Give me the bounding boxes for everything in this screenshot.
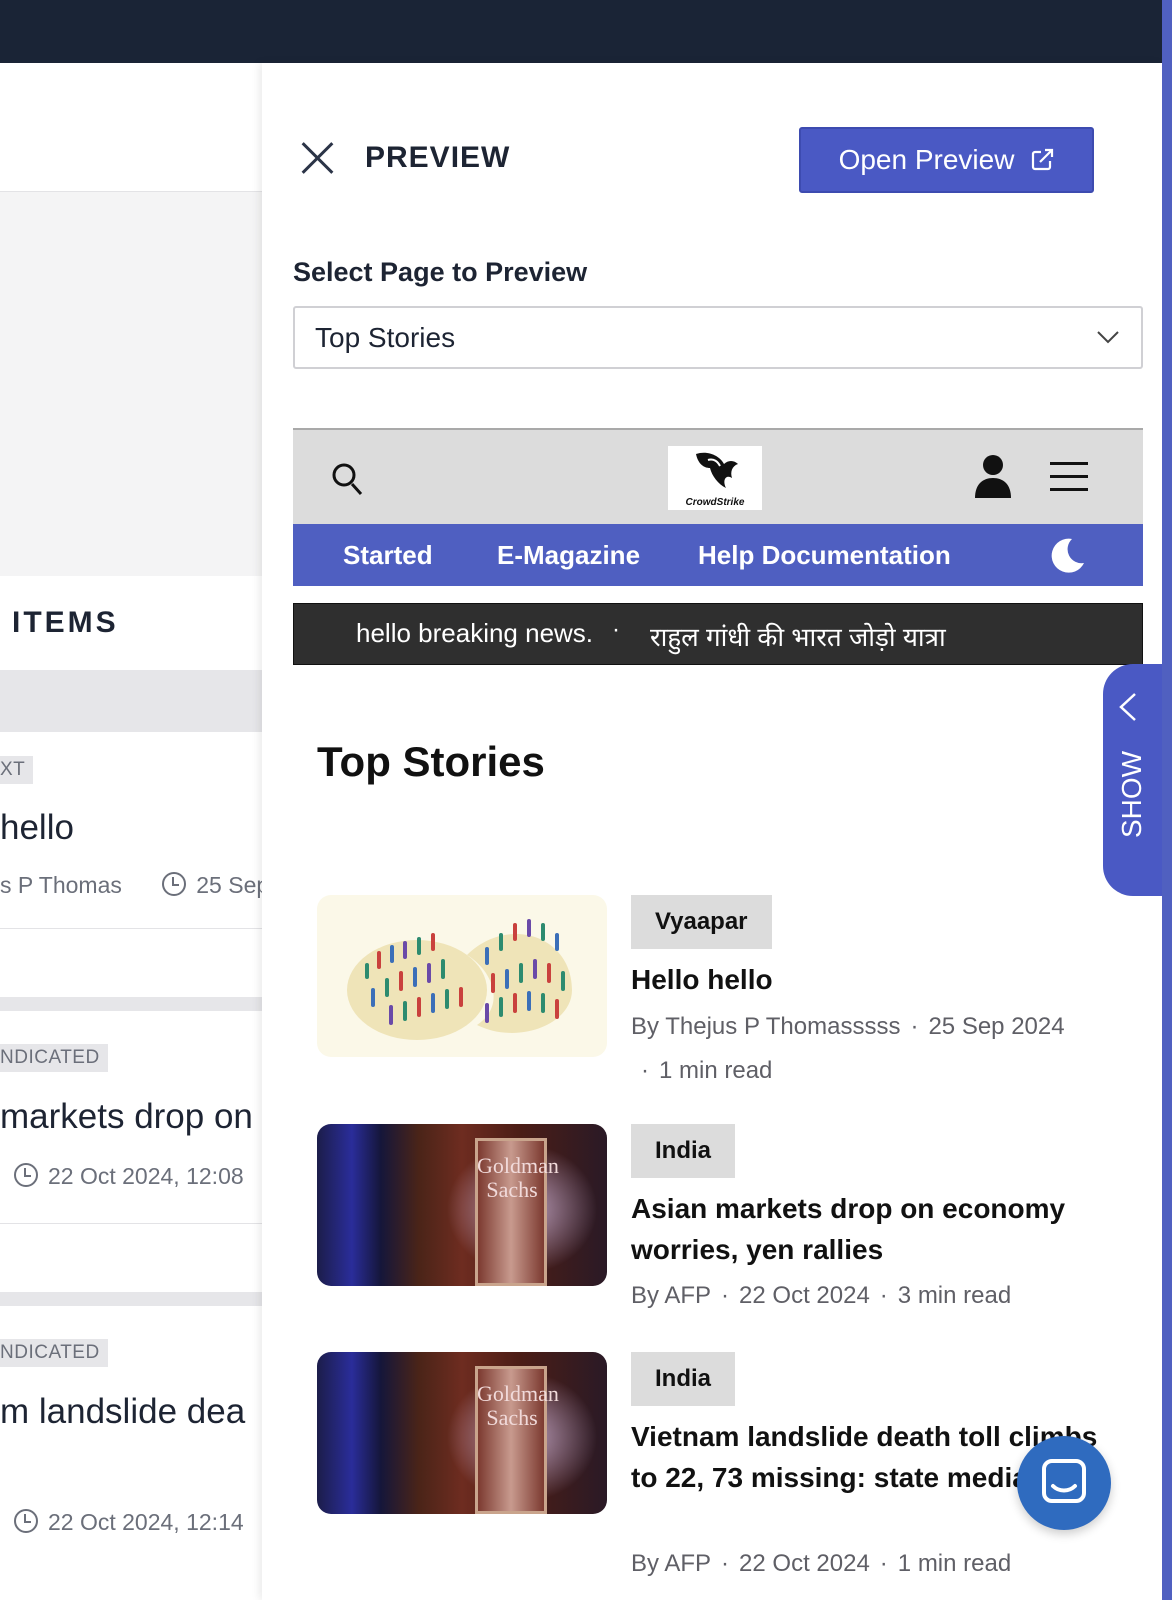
item-type-badge: NDICATED — [0, 1339, 108, 1367]
story-date: 22 Oct 2024 — [739, 1282, 870, 1309]
item-author: s P Thomas — [0, 872, 122, 898]
drawer-title: PREVIEW — [365, 141, 511, 174]
items-filter-bar — [0, 670, 262, 732]
nav-item-help-documentation[interactable]: Help Documentation — [698, 540, 951, 571]
list-item[interactable]: XT hello s P Thomas 25 Sep — [0, 732, 262, 997]
item-date: 22 Oct 2024, 12:14 — [48, 1509, 244, 1535]
section-title: Top Stories — [317, 738, 545, 785]
item-meta: 22 Oct 2024, 12:08 — [14, 1163, 244, 1190]
item-title[interactable]: markets drop on — [0, 1097, 253, 1137]
story-read-time: 1 min read — [897, 1550, 1012, 1577]
breaking-news-ticker: hello breaking news. · राहुल गांधी की भा… — [293, 603, 1143, 665]
preview-drawer: PREVIEW Open Preview Select Page to Prev… — [262, 63, 1162, 1600]
hamburger-menu-icon[interactable] — [1050, 462, 1088, 494]
item-meta: s P Thomas 25 Sep — [0, 872, 262, 899]
story-card[interactable]: Goldman Sachs India Asian markets drop o… — [317, 1124, 1143, 1324]
open-preview-button[interactable]: Open Preview — [799, 127, 1094, 193]
show-tab-label: SHOW — [1116, 750, 1147, 838]
item-type-badge: XT — [0, 756, 34, 784]
list-gap — [0, 1292, 262, 1306]
close-icon[interactable] — [300, 141, 334, 175]
story-category-badge[interactable]: Vyaapar — [631, 895, 772, 949]
story-meta: By AFP · 22 Oct 2024 · 3 min read — [631, 1282, 1012, 1309]
crowd-illustration — [347, 919, 572, 1040]
nav-item-e-magazine[interactable]: E-Magazine — [497, 540, 640, 571]
show-side-tab[interactable]: SHOW — [1103, 664, 1162, 896]
item-title[interactable]: m landslide dea — [0, 1392, 245, 1432]
list-item[interactable]: NDICATED m landslide dea 22 Oct 2024, 12… — [0, 1306, 262, 1600]
image-sign-text: Goldman Sachs — [477, 1153, 559, 1202]
user-icon[interactable] — [973, 454, 1013, 498]
show-tab-label-graphic: SHOW — [1116, 750, 1147, 838]
ticker-item[interactable]: राहुल गांधी की भारत जोड़ो यात्रा — [650, 618, 946, 654]
image-sign-text: Goldman Sachs — [477, 1381, 559, 1430]
site-header: CrowdStrike — [293, 428, 1143, 524]
divider — [0, 1223, 262, 1224]
story-byline[interactable]: By Thejus P Thomasssss — [631, 1013, 900, 1040]
story-byline[interactable]: By AFP — [631, 1550, 711, 1577]
open-preview-label: Open Preview — [838, 144, 1015, 175]
page-select-dropdown[interactable]: Top Stories — [293, 306, 1143, 369]
story-card[interactable]: Vyaapar Hello hello By Thejus P Thomasss… — [317, 895, 1143, 1095]
site-preview-frame: CrowdStrike Started E-Magazine Help Docu… — [293, 428, 1143, 1600]
story-read-time: 3 min read — [897, 1282, 1012, 1309]
dark-mode-moon-icon[interactable] — [1050, 537, 1086, 573]
divider — [0, 928, 262, 929]
chat-icon — [1042, 1459, 1086, 1503]
clock-icon — [162, 872, 187, 896]
select-page-label: Select Page to Preview — [293, 257, 588, 287]
site-logo[interactable]: CrowdStrike — [668, 446, 762, 510]
item-meta: 22 Oct 2024, 12:14 — [14, 1509, 244, 1536]
window-edge — [1162, 0, 1172, 1600]
story-title[interactable]: Asian markets drop on economy worries, y… — [631, 1188, 1101, 1270]
story-image[interactable]: Goldman Sachs — [317, 1124, 607, 1286]
background-header — [0, 63, 262, 192]
story-title[interactable]: Hello hello — [631, 959, 1101, 1000]
selected-page-value: Top Stories — [315, 322, 456, 353]
external-link-icon — [1032, 148, 1054, 171]
list-item[interactable]: NDICATED markets drop on 22 Oct 2024, 12… — [0, 1011, 262, 1292]
story-date: 25 Sep 2024 — [928, 1013, 1065, 1040]
ticker-item[interactable]: hello breaking news. — [356, 618, 593, 649]
background-content-list: ITEMS XT hello s P Thomas 25 Sep NDICATE… — [0, 63, 262, 1600]
list-gap — [0, 997, 262, 1011]
story-meta: By Thejus P Thomasssss · 25 Sep 2024 · 1 mi… — [631, 1013, 1065, 1084]
story-image[interactable]: Goldman Sachs — [317, 1352, 607, 1514]
chat-launcher-button[interactable] — [1017, 1436, 1111, 1530]
site-nav-bar: Started E-Magazine Help Documentation — [293, 524, 1143, 586]
item-type-badge: NDICATED — [0, 1044, 108, 1072]
item-date: 25 Sep — [196, 872, 262, 898]
item-title[interactable]: hello — [0, 808, 74, 848]
ticker-separator: · — [612, 616, 620, 643]
site-logo-text: CrowdStrike — [685, 497, 745, 508]
search-icon[interactable] — [331, 462, 363, 496]
item-date: 22 Oct 2024, 12:08 — [48, 1163, 244, 1189]
story-read-time: 1 min read — [659, 1057, 773, 1084]
chevron-down-icon — [1097, 331, 1119, 344]
clock-icon — [14, 1163, 38, 1187]
story-category-badge[interactable]: India — [631, 1352, 736, 1406]
top-app-bar — [0, 0, 1162, 63]
story-date: 22 Oct 2024 — [739, 1550, 870, 1577]
items-heading: ITEMS — [12, 606, 119, 639]
nav-item-started[interactable]: Started — [343, 540, 433, 571]
clock-icon — [14, 1509, 38, 1533]
story-category-badge[interactable]: India — [631, 1124, 736, 1178]
story-meta: By AFP · 22 Oct 2024 · 1 min read — [631, 1550, 1012, 1577]
story-image[interactable] — [317, 895, 607, 1057]
falcon-logo-icon — [696, 452, 738, 488]
chevron-left-icon — [1119, 693, 1136, 721]
story-byline[interactable]: By AFP — [631, 1282, 711, 1309]
items-section-header: ITEMS — [0, 576, 262, 683]
